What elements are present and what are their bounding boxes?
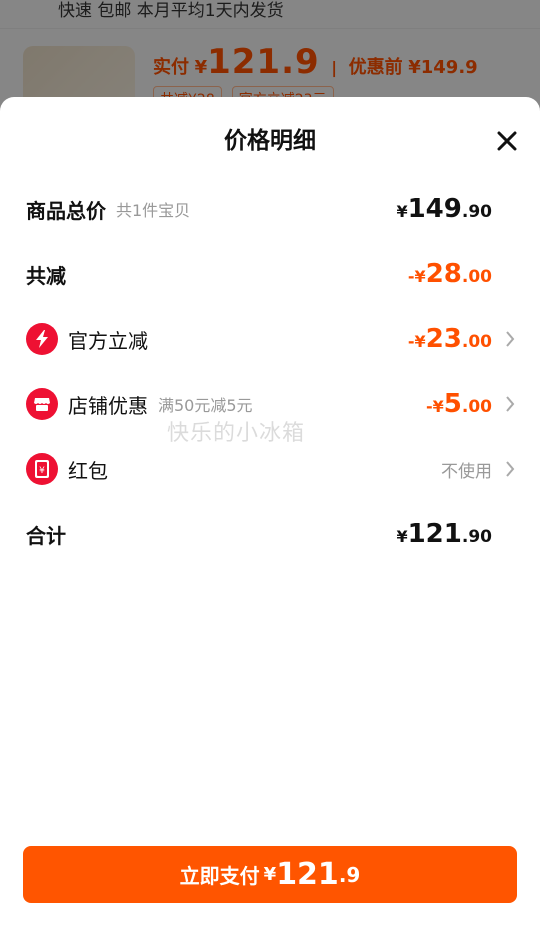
row-amount: -¥ 23.00: [408, 324, 492, 354]
chevron-right-icon: [506, 461, 515, 477]
row-label: 共减: [26, 263, 66, 288]
row-official-discount[interactable]: 官方立减 -¥ 23.00: [26, 319, 516, 359]
row-label: 商品总价: [26, 198, 106, 223]
amount-int: 149: [407, 194, 462, 224]
amount-int: 121: [407, 519, 462, 549]
amount-dec: .00: [461, 332, 492, 352]
row-red-packet[interactable]: ¥ 红包 不使用: [26, 449, 516, 489]
chevron-right-icon: [506, 331, 515, 347]
amount-dec: .9: [338, 862, 361, 887]
row-amount: -¥ 5.00: [426, 389, 492, 419]
row-amount: -¥ 28.00: [408, 259, 492, 289]
store-icon: [26, 388, 58, 420]
watermark: 快乐的小冰箱: [167, 421, 306, 446]
currency: -¥: [407, 267, 426, 286]
row-amount: ¥121.90: [396, 519, 492, 549]
currency: ¥: [263, 864, 277, 885]
red-packet-icon: ¥: [26, 453, 58, 485]
currency: ¥: [396, 527, 408, 546]
lightning-icon: [26, 323, 58, 355]
amount-int: 23: [425, 324, 462, 354]
sheet-title: 价格明细: [224, 128, 316, 154]
amount-int: 28: [425, 259, 462, 289]
amount-int: 121: [276, 857, 339, 892]
currency: -¥: [426, 397, 444, 416]
row-label: 官方立减: [68, 328, 148, 353]
row-label: 合计: [26, 523, 66, 548]
currency: ¥: [396, 202, 408, 221]
amount-dec: .90: [461, 202, 492, 222]
chevron-right-icon: [506, 396, 515, 412]
currency: -¥: [407, 332, 426, 351]
row-sublabel: 共1件宝贝: [116, 201, 191, 220]
row-sublabel: 满50元减5元: [158, 396, 253, 415]
row-goods-total: 商品总价 共1件宝贝 ¥149.90: [26, 189, 516, 229]
pay-label: 立即支付: [179, 864, 260, 888]
row-label: 红包: [68, 458, 108, 483]
close-icon[interactable]: [496, 130, 518, 152]
row-amount: ¥149.90: [396, 194, 492, 224]
row-label: 店铺优惠: [68, 393, 148, 418]
row-total-discount: 共减 -¥ 28.00: [26, 254, 516, 294]
amount-dec: .00: [461, 397, 492, 417]
row-grand-total: 合计 ¥121.90: [26, 514, 516, 554]
amount-int: 5: [443, 389, 462, 419]
svg-text:¥: ¥: [39, 466, 45, 476]
pay-now-button[interactable]: 立即支付 ¥121.9: [23, 846, 517, 903]
amount-dec: .90: [461, 527, 492, 547]
amount-dec: .00: [461, 267, 492, 287]
row-value: 不使用: [441, 461, 492, 482]
price-detail-sheet: 价格明细 商品总价 共1件宝贝 ¥149.90 共减 -¥ 28.00 官方立减 …: [0, 97, 540, 926]
